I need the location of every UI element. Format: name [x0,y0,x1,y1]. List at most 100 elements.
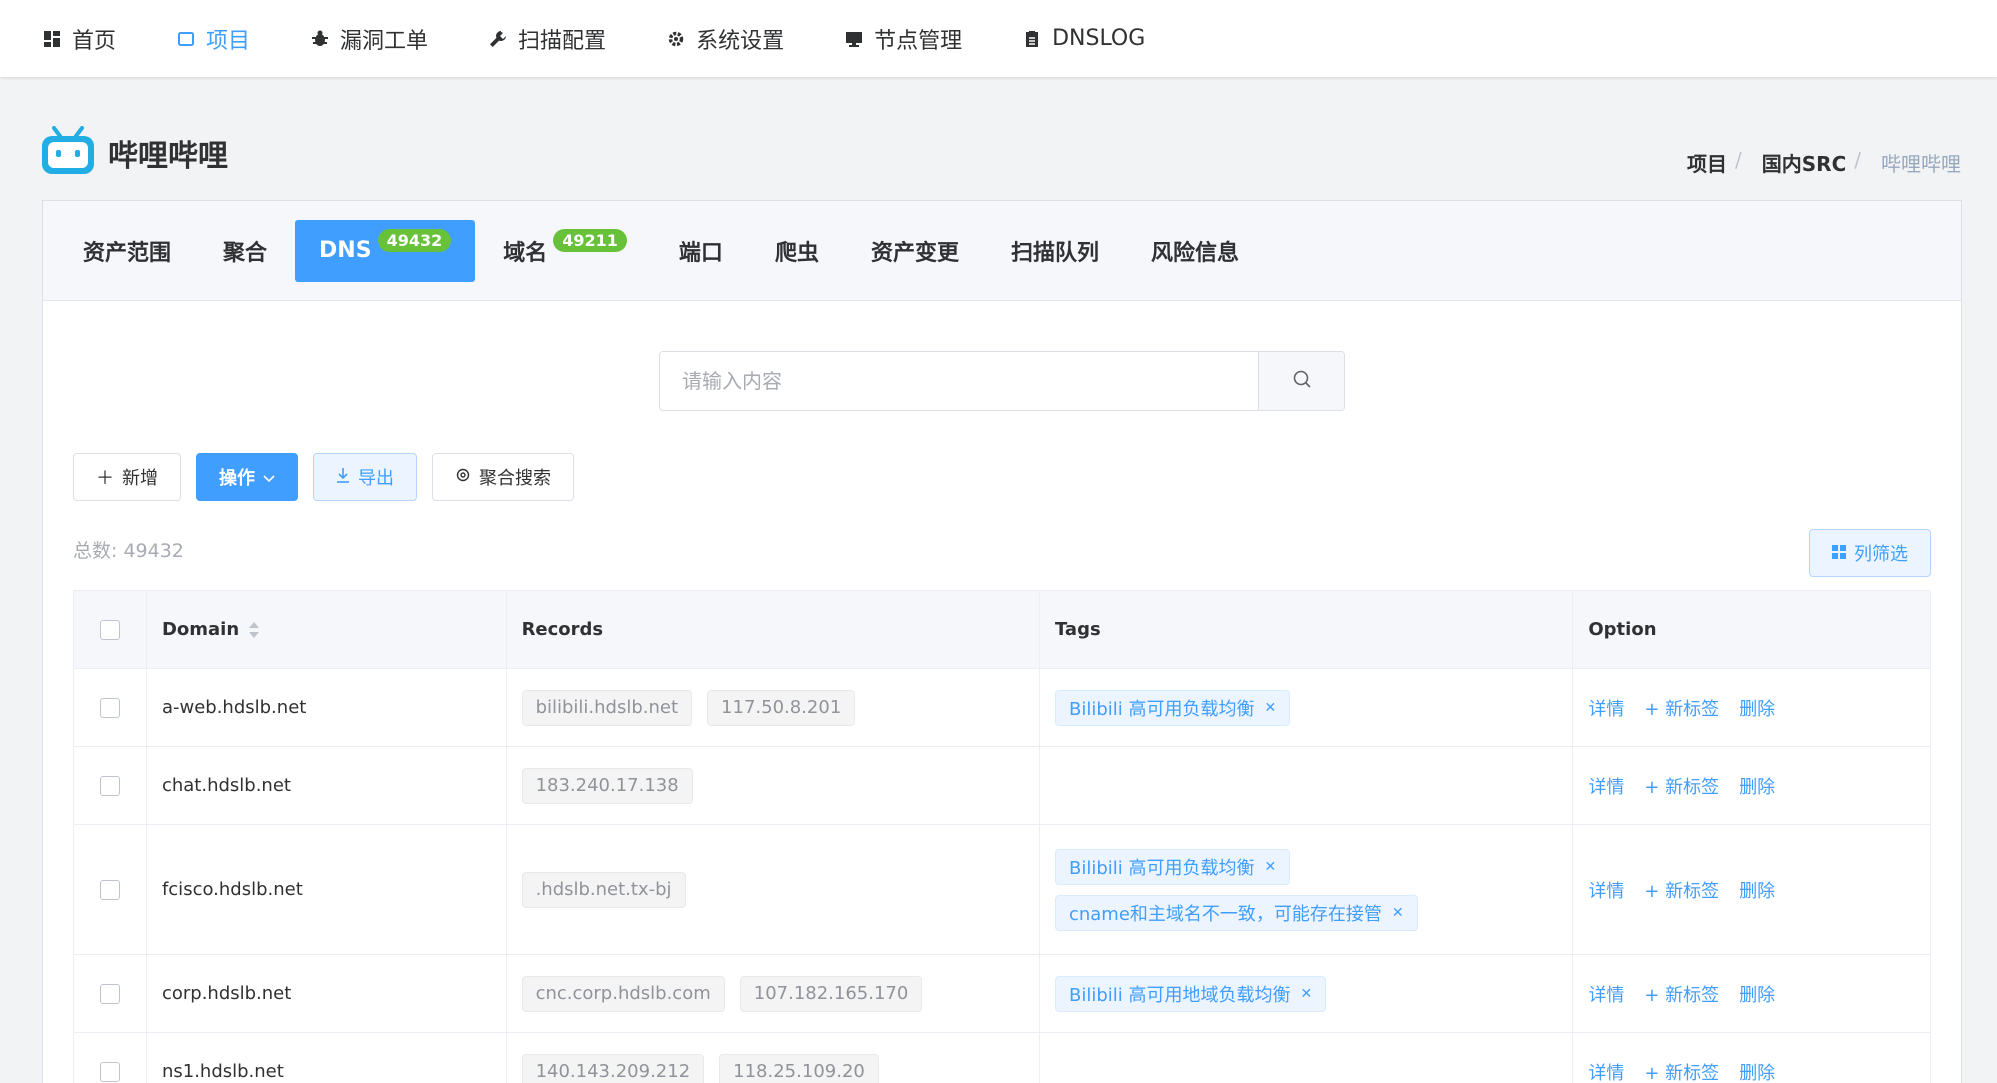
record-tag: 117.50.8.201 [707,689,856,726]
nav-item-node-management[interactable]: 节点管理 [844,23,962,55]
plus-icon: ＋ [96,468,114,489]
tag-label: cname和主域名不一致，可能存在接管 [1068,903,1382,925]
tab-crawler[interactable]: 爬虫 [775,235,819,267]
delete-link[interactable]: 删除 [1739,1059,1775,1083]
clipboard-icon [1022,29,1042,49]
add-tag-link[interactable]: + 新标签 [1644,695,1719,721]
header-option: Option [1573,591,1930,668]
operations-dropdown-button[interactable]: 操作 [196,453,298,501]
records-cell: 183.240.17.138 [507,747,1040,824]
breadcrumb-item-group[interactable]: 国内SRC [1762,148,1846,177]
row-checkbox[interactable] [99,775,120,796]
delete-link[interactable]: 删除 [1739,773,1775,799]
add-tag-link[interactable]: + 新标签 [1644,773,1719,799]
detail-link[interactable]: 详情 [1588,1059,1624,1083]
tags-cell: Bilibili 高可用地域负载均衡 ✕ [1040,955,1574,1032]
action-toolbar: ＋ 新增 操作 导出 聚合搜索 [73,453,589,501]
tab-count-badge: 49211 [553,229,627,252]
column-filter-button[interactable]: 列筛选 [1809,529,1931,577]
record-tag: bilibili.hdslb.net [521,689,693,726]
nav-item-label: 系统设置 [696,28,785,54]
column-title: Option [1588,619,1657,640]
monitor-icon [844,29,864,49]
nav-item-project[interactable]: 项目 [176,23,250,55]
nav-item-label: 首页 [72,28,117,54]
tag: Bilibili 高可用地域负载均衡 ✕ [1054,975,1327,1012]
tab-scan-queue[interactable]: 扫描队列 [1011,235,1099,267]
domain-text: ns1.hdslb.net [161,1061,284,1082]
detail-link[interactable]: 详情 [1588,877,1624,903]
record-tag: .hdslb.net.tx-bj [521,871,686,908]
tab-dns[interactable]: DNS 49432 [295,219,476,282]
tab-port[interactable]: 端口 [679,235,723,267]
tab-asset-change[interactable]: 资产变更 [871,235,959,267]
add-tag-link[interactable]: + 新标签 [1644,1059,1719,1083]
record-tag: 107.182.165.170 [739,975,923,1012]
search-input[interactable] [660,352,1258,410]
export-button[interactable]: 导出 [313,453,417,501]
select-cell [74,747,147,824]
breadcrumb-item-project[interactable]: 项目 [1687,148,1727,177]
delete-link[interactable]: 删除 [1739,981,1775,1007]
dns-table: Domain Records Tags Option a-web.hdslb.n… [73,590,1931,1083]
tab-label: 资产变更 [870,240,959,266]
add-button[interactable]: ＋ 新增 [73,453,181,501]
close-icon[interactable]: ✕ [1392,905,1404,921]
nav-item-label: 漏洞工单 [340,28,429,54]
delete-link[interactable]: 删除 [1739,877,1775,903]
row-checkbox[interactable] [99,1061,120,1082]
detail-link[interactable]: 详情 [1588,981,1624,1007]
add-tag-link[interactable]: + 新标签 [1644,877,1719,903]
button-label: 列筛选 [1854,544,1908,565]
tags-cell: Bilibili 高可用负载均衡 ✕ cname和主域名不一致，可能存在接管 ✕ [1040,825,1574,954]
option-cell: 详情 + 新标签 删除 [1573,669,1930,746]
header-domain[interactable]: Domain [147,591,507,668]
tag: Bilibili 高可用负载均衡 ✕ [1054,848,1291,885]
nav-item-home[interactable]: 首页 [42,23,116,55]
select-all-checkbox[interactable] [99,619,120,640]
tab-domain[interactable]: 域名 49211 [503,229,627,267]
add-tag-link[interactable]: + 新标签 [1644,981,1719,1007]
table-row: a-web.hdslb.net bilibili.hdslb.net 117.5… [74,669,1930,747]
total-count: 总数: 49432 [73,540,184,562]
tag: Bilibili 高可用负载均衡 ✕ [1054,689,1291,726]
detail-link[interactable]: 详情 [1588,695,1624,721]
row-checkbox[interactable] [99,983,120,1004]
tab-count-badge: 49432 [377,229,452,252]
search-button[interactable] [1258,352,1344,410]
nav-item-system-settings[interactable]: 系统设置 [666,23,784,55]
close-icon[interactable]: ✕ [1264,859,1276,875]
table-header: Domain Records Tags Option [74,591,1930,669]
tab-label: 爬虫 [774,240,819,266]
bug-icon [310,29,330,49]
detail-link[interactable]: 详情 [1588,773,1624,799]
row-checkbox[interactable] [99,697,120,718]
chevron-down-icon [263,467,275,488]
record-tag: cnc.corp.hdslb.com [521,975,725,1012]
row-checkbox[interactable] [99,879,120,900]
aggregate-search-button[interactable]: 聚合搜索 [432,453,574,501]
tag: cname和主域名不一致，可能存在接管 ✕ [1054,894,1418,931]
nav-item-dnslog[interactable]: DNSLOG [1022,26,1145,51]
nav-item-vuln-tickets[interactable]: 漏洞工单 [310,23,428,55]
record-tag: 183.240.17.138 [521,767,693,804]
close-icon[interactable]: ✕ [1264,700,1276,716]
sort-icon[interactable] [247,620,261,640]
tab-label: DNS [319,238,372,263]
tab-aggregate[interactable]: 聚合 [223,235,267,267]
table-row: chat.hdslb.net 183.240.17.138 详情 + 新标签 删… [74,747,1930,825]
close-icon[interactable]: ✕ [1300,986,1312,1002]
tab-asset-scope[interactable]: 资产范围 [83,235,171,267]
tags-cell [1040,1033,1574,1083]
tab-label: 端口 [678,240,723,266]
header-select-cell [74,591,147,668]
search-box [659,351,1345,411]
select-cell [74,825,147,954]
domain-text: chat.hdslb.net [161,775,291,796]
tab-risk-info[interactable]: 风险信息 [1151,235,1239,267]
delete-link[interactable]: 删除 [1739,695,1775,721]
domain-text: corp.hdslb.net [161,983,292,1004]
column-title: Records [521,619,604,640]
domain-cell: chat.hdslb.net [147,747,507,824]
nav-item-scan-config[interactable]: 扫描配置 [488,23,606,55]
